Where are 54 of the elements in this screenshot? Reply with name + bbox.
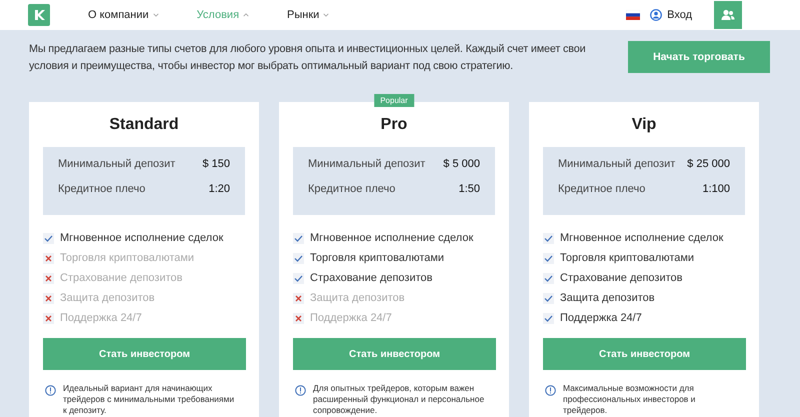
term-value: 1:20 — [208, 183, 230, 197]
term-value: 1:100 — [702, 183, 730, 197]
term-label: Минимальный депозит — [558, 158, 676, 172]
caret-up-icon — [243, 13, 250, 17]
feature-label: Поддержка 24/7 — [60, 312, 142, 324]
feature-label: Торговля криптовалютами — [60, 252, 194, 264]
plan-note: Для опытных трейдеров, которым важен расширенный функционал и персональное сопровождение. — [313, 383, 486, 416]
feature-label: Мгновенное исполнение сделок — [560, 232, 724, 244]
plan-note: Идеальный вариант для начинающих трейдеров с минимальными требованиями к депозиту. — [63, 383, 236, 416]
feature-label: Страхование депозитов — [310, 272, 432, 284]
become-investor-button[interactable]: Стать инвестором — [293, 338, 496, 370]
plan-title: Standard — [108, 115, 180, 135]
feature-label: Поддержка 24/7 — [310, 312, 392, 324]
term-label: Кредитное плечо — [58, 183, 146, 197]
term-value: $ 150 — [202, 158, 230, 172]
feature-label: Мгновенное исполнение сделок — [60, 232, 224, 244]
feature-label: Защита депозитов — [310, 292, 405, 304]
feature-label: Торговля криптовалютами — [560, 252, 694, 264]
feature-label: Страхование депозитов — [560, 272, 682, 284]
users-icon — [721, 9, 735, 21]
plan-title: Pro — [380, 115, 408, 135]
term-label: Минимальный депозит — [58, 158, 176, 172]
nav-menu-item[interactable]: Рынки — [287, 9, 330, 21]
start-trading-button[interactable]: Начать торговать — [628, 41, 770, 73]
feature-label: Защита депозитов — [60, 292, 155, 304]
feature-label: Страхование депозитов — [60, 272, 182, 284]
feature-label: Поддержка 24/7 — [560, 312, 642, 324]
login-link[interactable]: Вход — [650, 9, 692, 21]
logo-icon[interactable] — [28, 4, 50, 26]
info-icon — [295, 385, 306, 396]
users-icon-button[interactable] — [714, 1, 742, 29]
become-investor-button[interactable]: Стать инвестором — [43, 338, 246, 370]
feature-label: Защита депозитов — [560, 292, 655, 304]
term-value: $ 25 000 — [687, 158, 730, 172]
nav-menu-item[interactable]: Условия — [196, 9, 250, 21]
info-icon — [545, 385, 556, 396]
intro-paragraph: Мы предлагаем разные типы счетов для любого уровня опыта и инвестиционных целей. Каждый счет имеет свои условия и преимущества, чтобы инвестор мог выбрать оптимальный вариант под свою стратегию. — [29, 42, 586, 74]
caret-down-icon — [323, 13, 330, 17]
nav-menu-item[interactable]: О компании — [88, 9, 159, 21]
feature-label: Торговля криптовалютами — [310, 252, 444, 264]
user-icon — [650, 9, 662, 21]
term-label: Кредитное плечо — [558, 183, 646, 197]
become-investor-button[interactable]: Стать инвестором — [543, 338, 746, 370]
caret-down-icon — [152, 13, 159, 17]
popular-badge: Popular — [374, 94, 414, 107]
term-value: 1:50 — [458, 183, 480, 197]
term-value: $ 5 000 — [443, 158, 480, 172]
feature-label: Мгновенное исполнение сделок — [310, 232, 474, 244]
russian-flag-icon[interactable] — [626, 10, 640, 20]
term-label: Минимальный депозит — [308, 158, 426, 172]
plan-note: Максимальные возможности для профессиональных инвесторов и трейдеров. — [563, 383, 696, 416]
term-label: Кредитное плечо — [308, 183, 396, 197]
info-icon — [45, 385, 56, 396]
plan-title: Vip — [630, 115, 658, 135]
